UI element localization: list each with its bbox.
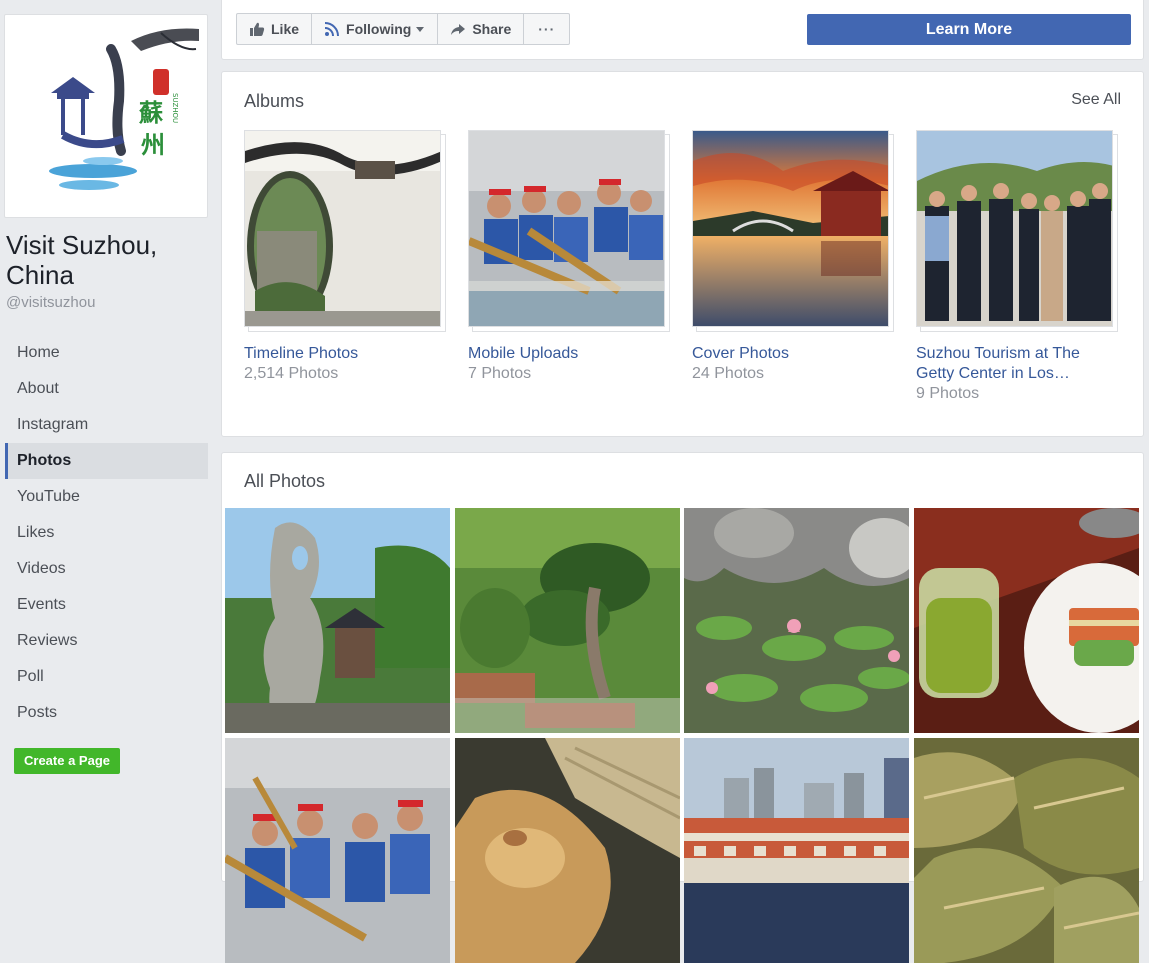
album-photo-count: 24 Photos	[692, 365, 765, 382]
moon-gate-photo	[245, 131, 440, 326]
page-handle[interactable]: @visitsuzhou	[6, 294, 95, 311]
waterfront-photo	[684, 738, 909, 963]
sunset-pavilion-photo	[693, 131, 888, 326]
svg-text:州: 州	[141, 130, 165, 159]
photo-tile[interactable]	[684, 508, 909, 733]
photo-tile[interactable]	[684, 738, 909, 963]
photo-tile[interactable]	[225, 508, 450, 733]
following-button[interactable]: Following	[312, 14, 439, 44]
nav-item-reviews[interactable]: Reviews	[5, 623, 208, 659]
taihu-rock-photo	[225, 508, 450, 733]
tea-pastry-photo	[914, 508, 1139, 733]
zongzi-photo	[455, 738, 680, 963]
lotus-pond-photo	[684, 508, 909, 733]
nav-item-instagram[interactable]: Instagram	[5, 407, 208, 443]
learn-more-button[interactable]: Learn More	[807, 14, 1131, 45]
album-card[interactable]: Mobile Uploads 7 Photos	[468, 130, 676, 384]
nav-item-home[interactable]: Home	[5, 335, 208, 371]
album-thumbnail[interactable]	[468, 130, 665, 327]
nav-item-poll[interactable]: Poll	[5, 659, 208, 695]
album-title[interactable]: Cover Photos	[692, 344, 882, 364]
like-label: Like	[271, 21, 300, 37]
suzhou-logo: 蘇 州 SUZHOU	[11, 21, 201, 211]
following-label: Following	[346, 21, 412, 37]
photo-tile[interactable]	[225, 738, 450, 963]
profile-picture[interactable]: 蘇 州 SUZHOU	[4, 14, 208, 218]
photo-tile[interactable]	[914, 738, 1139, 963]
nav-item-about[interactable]: About	[5, 371, 208, 407]
album-thumbnail[interactable]	[244, 130, 441, 327]
all-photos-section: All Photos	[221, 452, 1144, 963]
svg-text:蘇: 蘇	[139, 98, 163, 127]
album-title[interactable]: Timeline Photos	[244, 344, 434, 364]
nav-item-videos[interactable]: Videos	[5, 551, 208, 587]
nav-item-photos[interactable]: Photos	[5, 443, 208, 479]
like-button[interactable]: Like	[237, 14, 313, 44]
see-all-link[interactable]: See All	[1071, 91, 1121, 109]
album-card[interactable]: Timeline Photos 2,514 Photos	[244, 130, 452, 384]
zongzi-dumplings-photo	[914, 738, 1139, 963]
photo-tile[interactable]	[455, 508, 680, 733]
album-photo-count: 2,514 Photos	[244, 365, 339, 382]
page-action-bar: Like Following Share ··· Learn More	[221, 0, 1144, 60]
nav-item-youtube[interactable]: YouTube	[5, 479, 208, 515]
nav-item-likes[interactable]: Likes	[5, 515, 208, 551]
svg-text:SUZHOU: SUZHOU	[171, 93, 179, 123]
album-photo-count: 9 Photos	[916, 385, 980, 402]
album-photo-count: 7 Photos	[468, 365, 532, 382]
album-title[interactable]: Mobile Uploads	[468, 344, 658, 364]
share-arrow-icon	[451, 24, 466, 35]
page-name[interactable]: Visit Suzhou, China	[6, 230, 206, 290]
album-thumbnail[interactable]	[916, 130, 1113, 327]
album-title[interactable]: Suzhou Tourism at The Getty Center in Lo…	[916, 344, 1106, 384]
dragon-boat-photo-2	[225, 738, 450, 963]
album-card[interactable]: Cover Photos 24 Photos	[692, 130, 900, 384]
create-page-button[interactable]: Create a Page	[14, 748, 120, 774]
nav-item-posts[interactable]: Posts	[5, 695, 208, 731]
action-button-group: Like Following Share ···	[236, 13, 571, 45]
album-thumbnail[interactable]	[692, 130, 889, 327]
page-nav: Home About Instagram Photos YouTube Like…	[5, 335, 208, 731]
group-photo	[917, 131, 1112, 326]
dragon-boat-photo	[469, 131, 664, 326]
nav-item-events[interactable]: Events	[5, 587, 208, 623]
more-options-button[interactable]: ···	[524, 14, 569, 44]
share-label: Share	[472, 21, 512, 37]
share-button[interactable]: Share	[438, 14, 525, 44]
photo-tile[interactable]	[914, 508, 1139, 733]
thumbs-up-icon	[250, 22, 265, 36]
bonsai-photo	[455, 508, 680, 733]
caret-down-icon	[416, 27, 425, 32]
all-photos-title: All Photos	[244, 471, 326, 491]
photo-tile[interactable]	[455, 738, 680, 963]
album-card[interactable]: Suzhou Tourism at The Getty Center in Lo…	[916, 130, 1124, 404]
albums-title: Albums	[244, 91, 305, 111]
albums-section: Albums See All Timeline Photos 2,514 Pho…	[221, 71, 1144, 437]
rss-icon	[324, 22, 340, 37]
